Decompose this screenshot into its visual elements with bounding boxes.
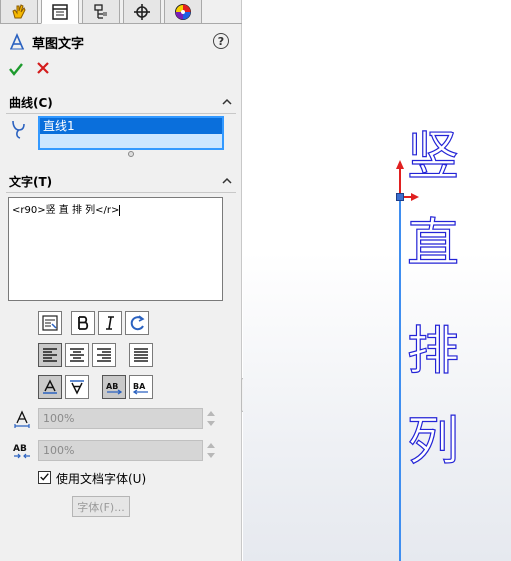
align-left-button[interactable]	[38, 343, 62, 367]
use-doc-font-checkbox[interactable]	[38, 471, 51, 484]
width-factor-stepper[interactable]	[205, 408, 217, 429]
width-factor-icon	[14, 410, 30, 428]
align-right-icon	[97, 348, 111, 362]
curve-selection-list[interactable]: 直线1	[38, 116, 224, 150]
justify-icon	[134, 348, 148, 362]
flip-vertical-inverse-button[interactable]	[65, 375, 89, 399]
vertical-text-char[interactable]: 排	[403, 321, 463, 382]
rotate-button[interactable]	[125, 311, 149, 335]
hand-icon	[12, 3, 26, 18]
text-value: <r90>竖 直 排 列</r>	[12, 205, 120, 216]
chevron-down-icon[interactable]	[207, 453, 215, 458]
appearance-icon	[175, 3, 191, 20]
tab-property-manager[interactable]	[41, 0, 79, 24]
spacing-icon: AB	[13, 444, 30, 459]
curves-section-header[interactable]: 曲线(C)	[6, 92, 236, 114]
chevron-up-icon[interactable]	[222, 176, 232, 186]
italic-icon	[106, 316, 114, 330]
property-list-icon	[52, 3, 68, 20]
flip-horizontal-inverse-button[interactable]: BA	[129, 375, 153, 399]
graphics-area[interactable]: 竖 直 排 列	[243, 0, 511, 561]
justify-button[interactable]	[129, 343, 153, 367]
chevron-down-icon[interactable]	[207, 421, 215, 426]
flip-vertical-icon	[43, 379, 57, 394]
flip-vertical-inverse-icon	[70, 380, 84, 395]
chevron-up-icon[interactable]	[207, 411, 215, 416]
flip-horizontal-icon: AB	[106, 382, 123, 395]
crosshair-icon	[134, 3, 150, 20]
curve-icon	[12, 120, 25, 139]
vertical-text-char[interactable]: 直	[403, 213, 463, 274]
manager-tabs	[0, 0, 242, 24]
checkmark-icon	[40, 473, 49, 481]
tab-display-manager[interactable]	[164, 0, 202, 24]
text-input[interactable]: <r90>竖 直 排 列</r>	[8, 197, 223, 301]
align-right-button[interactable]	[92, 343, 116, 367]
chevron-up-icon[interactable]	[222, 97, 232, 107]
vertical-text-char[interactable]: 竖	[403, 126, 463, 187]
curves-section-label: 曲线(C)	[9, 96, 53, 110]
link-to-property-button[interactable]	[38, 311, 62, 335]
list-item[interactable]: 直线1	[40, 118, 222, 134]
align-left-icon	[43, 348, 57, 362]
text-section-label: 文字(T)	[9, 175, 53, 189]
align-center-icon	[70, 348, 84, 362]
sketch-line[interactable]	[399, 197, 401, 561]
chevron-up-icon[interactable]	[207, 443, 215, 448]
align-center-button[interactable]	[65, 343, 89, 367]
bold-button[interactable]	[71, 311, 95, 335]
width-factor-input[interactable]: 100%	[38, 408, 203, 429]
spacing-stepper[interactable]	[205, 440, 217, 461]
svg-text:BA: BA	[133, 382, 146, 391]
tab-feature-manager[interactable]	[0, 0, 38, 24]
bold-icon	[78, 316, 89, 330]
link-property-icon	[42, 315, 58, 331]
ok-check-icon[interactable]	[8, 61, 24, 77]
rotate-icon	[130, 315, 145, 331]
flip-horizontal-inverse-icon: BA	[132, 382, 148, 395]
spacing-input[interactable]: 100%	[38, 440, 203, 461]
sketch-text-icon	[10, 33, 24, 50]
vertical-text-char[interactable]: 列	[403, 411, 463, 472]
text-section-header[interactable]: 文字(T)	[6, 171, 236, 193]
italic-button[interactable]	[98, 311, 122, 335]
use-doc-font-label[interactable]: 使用文档字体(U)	[56, 470, 146, 487]
list-resize-handle[interactable]	[128, 151, 134, 157]
flip-vertical-button[interactable]	[38, 375, 62, 399]
panel-title-row: 草图文字	[8, 32, 84, 52]
configuration-icon	[94, 3, 107, 19]
cancel-x-icon[interactable]	[36, 61, 50, 75]
font-button[interactable]: 字体(F)...	[72, 496, 130, 517]
flip-horizontal-button[interactable]: AB	[102, 375, 126, 399]
property-manager: 草图文字 ? 曲线(C) 直线1 文字(T) <r90>竖 直 排 列</r>	[0, 0, 242, 561]
line-endpoint-handle[interactable]	[396, 193, 404, 201]
text-caret	[119, 204, 121, 216]
tab-dimxpert-manager[interactable]	[123, 0, 161, 24]
panel-title: 草图文字	[32, 36, 85, 52]
svg-text:AB: AB	[13, 444, 27, 454]
help-button[interactable]: ?	[213, 33, 229, 49]
tab-configuration-manager[interactable]	[82, 0, 120, 24]
svg-text:AB: AB	[106, 382, 118, 391]
arrow-right-icon	[411, 193, 419, 201]
